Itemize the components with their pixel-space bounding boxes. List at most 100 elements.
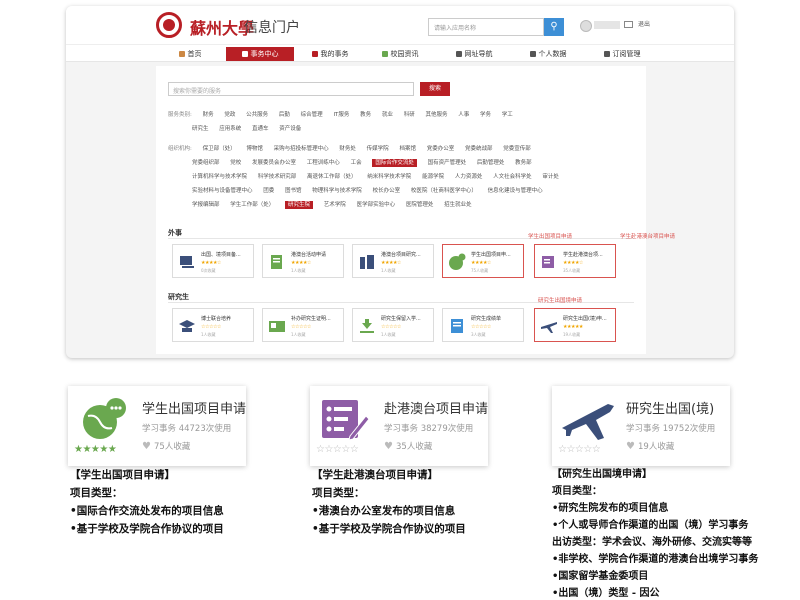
heart-icon: ♥ — [384, 441, 393, 452]
filter-tag[interactable]: 其他服务 — [425, 112, 447, 118]
org-tag[interactable]: 图书馆 — [285, 188, 302, 194]
org-tag[interactable]: 采购与招投标管理中心 — [274, 146, 329, 152]
org-tag[interactable]: 党委办公室 — [427, 146, 455, 152]
org-tag[interactable]: 保卫部（处） — [203, 146, 236, 152]
org-tag[interactable]: 科学技术研究部 — [258, 174, 297, 180]
org-tag[interactable]: 物理科学与技术学院 — [312, 188, 362, 194]
username-blurred — [594, 21, 620, 29]
mail-icon[interactable] — [624, 21, 633, 28]
org-tag[interactable]: 教务部 — [515, 160, 532, 166]
org-tag[interactable]: 人力资源处 — [455, 174, 483, 180]
org-tag[interactable]: 发展委员会办公室 — [252, 160, 296, 166]
nav-personal-data[interactable]: 个人数据 — [518, 47, 578, 61]
service-card[interactable]: 博士联合培养 ☆☆☆☆☆ 1人收藏 — [172, 308, 254, 342]
highlight-label: 学生出国项目申请 — [528, 234, 573, 240]
airplane-icon — [562, 404, 614, 440]
org-tag[interactable]: 财务处 — [339, 146, 356, 152]
nav-service-center[interactable]: 事务中心 — [226, 47, 294, 61]
org-tag[interactable]: 党委组织部 — [192, 160, 220, 166]
org-tag[interactable]: 艺术学院 — [324, 202, 346, 208]
service-card[interactable]: 补办研究生证明... ☆☆☆☆☆ 1人收藏 — [262, 308, 344, 342]
filter-tag[interactable]: 应用系统 — [219, 126, 241, 132]
org-tag[interactable]: 校长办公室 — [373, 188, 401, 194]
filter-tag[interactable]: 后勤 — [279, 112, 290, 118]
main-nav: 首页 事务中心 我的事务 校园资讯 网址导航 个人数据 订阅管理 — [66, 44, 734, 62]
rating-stars: ☆☆☆☆☆ — [291, 324, 311, 330]
filter-tag[interactable]: IT服务 — [333, 112, 349, 118]
document-edit-icon — [271, 255, 282, 269]
nav-my-affairs[interactable]: 我的事务 — [302, 47, 358, 61]
category-filter-row-2: 研究生 应用系统 直通车 资产设备 — [192, 124, 310, 132]
org-tag[interactable]: 医院管理处 — [406, 202, 434, 208]
rating-stars: ★★★★☆ — [381, 260, 401, 266]
org-tag[interactable]: 离退休工作部（处） — [307, 174, 357, 180]
service-card[interactable]: 港澳台活动申请 ★★★★☆ 1人收藏 — [262, 244, 344, 278]
featured-card-hk-macao-taiwan[interactable]: ☆☆☆☆☆ 赴港澳台项目申请 学习事务 38279次使用 ♥ 35人收藏 — [310, 386, 488, 466]
service-card-highlighted[interactable]: 研究生出国(境)申... ★★★★★ 19人收藏 — [534, 308, 616, 342]
nav-subscription[interactable]: 订阅管理 — [592, 47, 652, 61]
filter-tag[interactable]: 学务 — [480, 112, 491, 118]
filter-tag[interactable]: 教务 — [360, 112, 371, 118]
org-tag[interactable]: 工程训练中心 — [307, 160, 340, 166]
org-tag-selected[interactable]: 国际合作交流处 — [372, 159, 417, 167]
filter-tag[interactable]: 综合管理 — [301, 112, 323, 118]
service-card-highlighted[interactable]: 学生赴港澳台项... ★★★★☆ 35人收藏 — [534, 244, 616, 278]
avatar[interactable] — [580, 20, 592, 32]
app-search-input[interactable]: 请输入应用名称 — [428, 18, 544, 36]
org-tag[interactable]: 医学部实验中心 — [357, 202, 396, 208]
filter-tag[interactable]: 直通车 — [252, 126, 269, 132]
search-icon[interactable]: ⚲ — [544, 18, 564, 36]
filter-tag[interactable]: 研究生 — [192, 126, 209, 132]
org-tag[interactable]: 后勤管理处 — [477, 160, 505, 166]
description-graduate-abroad: 【研究生出国境申请】 项目类型： •研究生院发布的项目信息 •个人或导师合作渠道… — [552, 469, 759, 599]
featured-card-study-abroad[interactable]: ★★★★★ 学生出国项目申请 学习事务 44723次使用 ♥ 75人收藏 — [68, 386, 246, 466]
service-card-highlighted[interactable]: 学生出国项目申... ★★★★☆ 75人收藏 — [442, 244, 524, 278]
form-pen-icon — [542, 256, 554, 268]
rating-stars: ★★★★★ — [563, 324, 583, 330]
filter-tag[interactable]: 就业 — [382, 112, 393, 118]
org-filter-row-4: 实验材料与设备管理中心 团委 图书馆 物理科学与技术学院 校长办公室 校医院（社… — [192, 186, 552, 194]
org-tag[interactable]: 学报编辑部 — [192, 202, 220, 208]
org-tag[interactable]: 国有资产管理处 — [428, 160, 467, 166]
service-search-input[interactable]: 搜索你需要的服务 — [168, 82, 414, 96]
university-seal-icon — [156, 12, 182, 38]
filter-tag[interactable]: 党政 — [224, 112, 235, 118]
filter-tag[interactable]: 资产设备 — [279, 126, 301, 132]
nav-campus-news[interactable]: 校园资讯 — [370, 47, 430, 61]
org-tag[interactable]: 信息化建设与管理中心 — [488, 188, 543, 194]
nav-url-guide[interactable]: 网址导航 — [444, 47, 504, 61]
org-tag[interactable]: 党校 — [230, 160, 241, 166]
service-panel: 搜索你需要的服务 搜索 服务类别: 财务 党政 公共服务 后勤 综合管理 IT服… — [156, 66, 675, 354]
service-card[interactable]: 出国、境项目备... ★★★★☆ 0次收藏 — [172, 244, 254, 278]
org-tag[interactable]: 党委统战部 — [465, 146, 493, 152]
org-tag[interactable]: 学生工作部（处） — [230, 202, 274, 208]
service-card[interactable]: 研究生保留入学... ☆☆☆☆☆ 1人收藏 — [352, 308, 434, 342]
filter-tag[interactable]: 公共服务 — [246, 112, 268, 118]
filter-tag[interactable]: 财务 — [203, 112, 214, 118]
featured-card-graduate-abroad[interactable]: ☆☆☆☆☆ 研究生出国(境) 学习事务 19752次使用 ♥ 19人收藏 — [552, 386, 730, 466]
logout-link[interactable]: 退出 — [638, 19, 650, 28]
org-tag[interactable]: 工会 — [351, 160, 362, 166]
service-search-button[interactable]: 搜索 — [420, 82, 450, 96]
org-tag[interactable]: 传媒学院 — [367, 146, 389, 152]
filter-tag[interactable]: 人事 — [458, 112, 469, 118]
org-tag[interactable]: 实验材料与设备管理中心 — [192, 188, 253, 194]
org-tag[interactable]: 党委宣传部 — [503, 146, 531, 152]
rating-stars: ★★★★☆ — [563, 260, 583, 266]
service-card[interactable]: 港澳台项目研究... ★★★★☆ 1人收藏 — [352, 244, 434, 278]
nav-home[interactable]: 首页 — [170, 47, 210, 61]
org-tag[interactable]: 纳米科学技术学院 — [367, 174, 411, 180]
org-tag[interactable]: 能源学院 — [422, 174, 444, 180]
org-tag-selected[interactable]: 研究生院 — [285, 201, 314, 209]
org-tag[interactable]: 审计处 — [542, 174, 559, 180]
org-tag[interactable]: 招生就业处 — [444, 202, 472, 208]
filter-tag[interactable]: 科研 — [404, 112, 415, 118]
org-tag[interactable]: 档案馆 — [399, 146, 416, 152]
service-card[interactable]: 研究生成绩单 ☆☆☆☆☆ 3人收藏 — [442, 308, 524, 342]
org-tag[interactable]: 校医院（社商科医学中心） — [411, 188, 477, 194]
org-tag[interactable]: 团委 — [263, 188, 274, 194]
org-tag[interactable]: 计算机科学与技术学院 — [192, 174, 247, 180]
org-tag[interactable]: 人文社会科学处 — [493, 174, 532, 180]
filter-tag[interactable]: 学工 — [502, 112, 513, 118]
org-tag[interactable]: 博物馆 — [246, 146, 263, 152]
